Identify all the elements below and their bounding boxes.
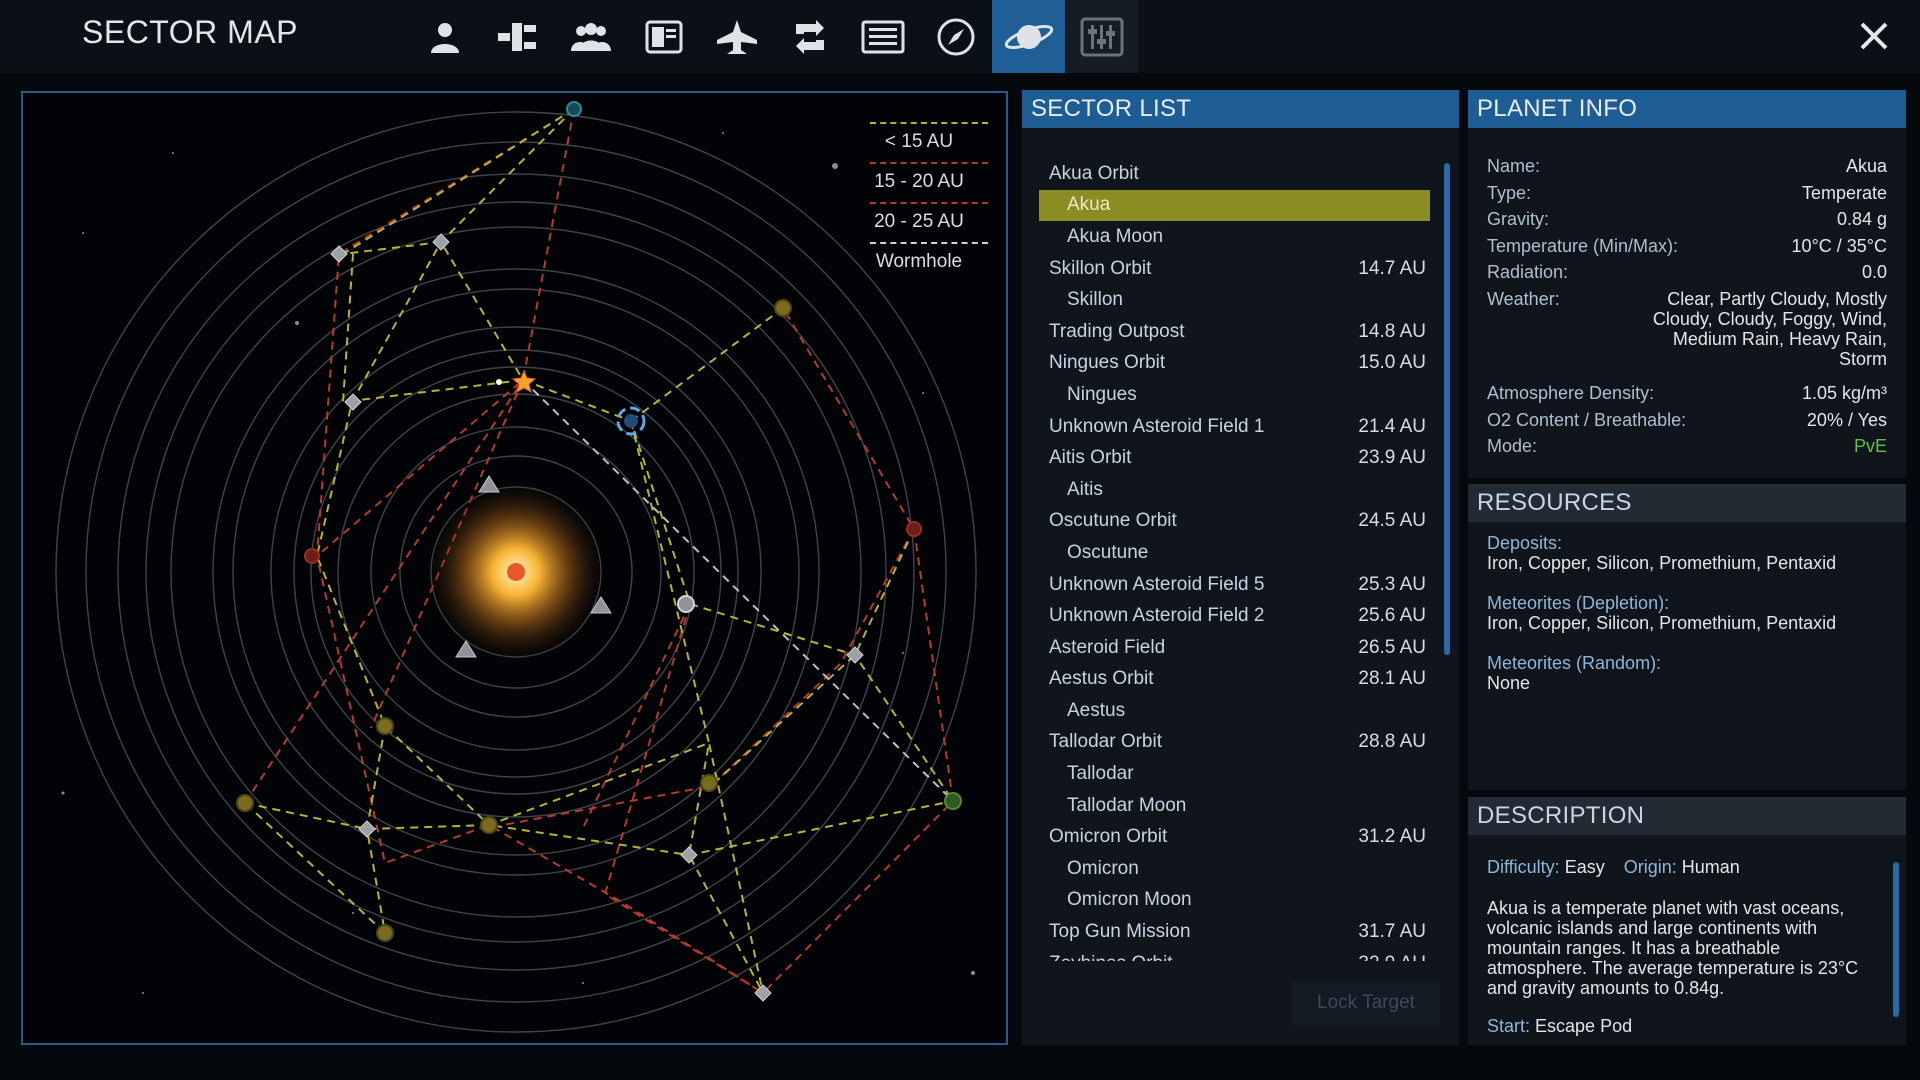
list-item[interactable]: Aestus Orbit 28.1 AU <box>1039 664 1430 696</box>
settings-icon[interactable] <box>1065 0 1138 73</box>
list-item[interactable]: Oscutune Orbit 24.5 AU <box>1039 506 1430 538</box>
sector-map[interactable]: < 15 AU 15 - 20 AU 20 - 25 AU Wormhole <box>21 91 1008 1045</box>
list-item[interactable]: Asteroid Field 26.5 AU <box>1039 632 1430 664</box>
list-item[interactable]: Aitis <box>1039 474 1430 506</box>
structure-icon[interactable] <box>481 0 554 73</box>
resources-title: RESOURCES <box>1468 484 1906 522</box>
page-title: SECTOR MAP <box>82 14 298 50</box>
list-item[interactable]: Unknown Asteroid Field 2 25.6 AU <box>1039 600 1430 632</box>
sector-list-title: SECTOR LIST <box>1022 90 1459 128</box>
info-row-atmosphere: Atmosphere Density: 1.05 kg/m³ <box>1487 383 1887 403</box>
meteorites-depletion-block: Meteorites (Depletion): Iron, Copper, Si… <box>1487 593 1876 633</box>
list-item[interactable]: Skillon <box>1039 284 1430 316</box>
sector-list-panel: SECTOR LIST Akua Orbit Akua Akua Moon Sk… <box>1022 90 1459 1045</box>
legend-item: < 15 AU <box>850 122 988 162</box>
close-icon[interactable] <box>1850 14 1898 58</box>
list-item[interactable]: Aitis Orbit 23.9 AU <box>1039 442 1430 474</box>
legend-item: 20 - 25 AU <box>850 202 988 242</box>
list-item[interactable]: Omicron Moon <box>1039 885 1430 917</box>
lock-target-button[interactable]: Lock Target <box>1292 981 1440 1025</box>
list-item[interactable]: Top Gun Mission 31.7 AU <box>1039 916 1430 948</box>
person-icon[interactable] <box>408 0 481 73</box>
green-node[interactable] <box>944 792 962 810</box>
list-item[interactable]: Tallodar Moon <box>1039 790 1430 822</box>
list-item[interactable]: Oscutune <box>1039 537 1430 569</box>
nav-icon-bar <box>408 0 1138 73</box>
red-nodes[interactable] <box>304 521 922 564</box>
map-legend: < 15 AU 15 - 20 AU 20 - 25 AU Wormhole <box>850 122 988 282</box>
planet-icon[interactable] <box>992 0 1065 73</box>
deposits-value: Iron, Copper, Silicon, Promethium, Penta… <box>1487 553 1837 573</box>
info-row-temperature: Temperature (Min/Max): 10°C / 35°C <box>1487 236 1887 256</box>
meteorites-random-block: Meteorites (Random): None <box>1487 653 1876 693</box>
top-bar: SECTOR MAP <box>0 0 1920 73</box>
info-row-radiation: Radiation: 0.0 <box>1487 262 1887 282</box>
list-item[interactable]: Ningues Orbit 15.0 AU <box>1039 348 1430 380</box>
description-scrollbar[interactable] <box>1893 862 1899 1017</box>
list-item[interactable]: Skillon Orbit 14.7 AU <box>1039 253 1430 285</box>
info-row-type: Type: Temperate <box>1487 183 1887 203</box>
deposits-block: Deposits: Iron, Copper, Silicon, Prometh… <box>1487 533 1876 573</box>
planet-info-title: PLANET INFO <box>1468 90 1906 128</box>
difficulty-value: Easy <box>1564 857 1605 877</box>
list-item[interactable]: Omicron Orbit 31.2 AU <box>1039 821 1430 853</box>
sector-list: Akua Orbit Akua Akua Moon Skillon Orbit 1… <box>1039 158 1430 1058</box>
list-item[interactable]: Omicron <box>1039 853 1430 885</box>
list-item[interactable]: Akua Orbit <box>1039 158 1430 190</box>
compass-icon[interactable] <box>919 0 992 73</box>
sector-list-scrollbar[interactable] <box>1444 163 1450 655</box>
list-item[interactable]: Trading Outpost 14.8 AU <box>1039 316 1430 348</box>
info-row-name: Name: Akua <box>1487 156 1887 176</box>
list-item[interactable]: Tallodar <box>1039 758 1430 790</box>
list-item[interactable]: Akua Moon <box>1039 221 1430 253</box>
list-item[interactable]: Unknown Asteroid Field 5 25.3 AU <box>1039 569 1430 601</box>
legend-item: Wormhole <box>850 242 988 282</box>
player-dot <box>496 379 502 385</box>
meteorites-random-label: Meteorites (Random): <box>1487 653 1662 673</box>
planet-info-panel: PLANET INFO Name: Akua Type: Temperate Gra… <box>1468 90 1906 478</box>
list-item[interactable]: Ningues <box>1039 379 1430 411</box>
ship-icon[interactable] <box>700 0 773 73</box>
list-icon[interactable] <box>846 0 919 73</box>
grey-node[interactable] <box>677 595 695 613</box>
deposits-label: Deposits: <box>1487 533 1563 553</box>
list-item[interactable]: Unknown Asteroid Field 1 21.4 AU <box>1039 411 1430 443</box>
description-panel: DESCRIPTION Difficulty: Easy Origin: Hum… <box>1468 797 1906 1045</box>
meteorites-depletion-value: Iron, Copper, Silicon, Promethium, Penta… <box>1487 613 1837 633</box>
teal-node[interactable] <box>566 101 582 117</box>
meteorites-random-value: None <box>1487 673 1531 693</box>
resources-panel: RESOURCES Deposits: Iron, Copper, Silico… <box>1468 484 1906 790</box>
list-item[interactable]: Aestus <box>1039 695 1430 727</box>
info-row-weather: Weather: Clear, Partly Cloudy, Mostly Clo… <box>1487 289 1887 369</box>
start-row: Start: Escape Pod <box>1487 1016 1633 1036</box>
info-row-o2: O2 Content / Breathable: 20% / Yes <box>1487 410 1887 430</box>
start-value: Escape Pod <box>1535 1016 1633 1036</box>
info-row-mode: Mode: PvE <box>1487 436 1887 456</box>
difficulty-origin-row: Difficulty: Easy Origin: Human <box>1487 857 1740 877</box>
selected-node[interactable] <box>624 414 638 428</box>
group-icon[interactable] <box>554 0 627 73</box>
list-item[interactable]: Tallodar Orbit 28.8 AU <box>1039 727 1430 759</box>
description-title: DESCRIPTION <box>1468 797 1906 835</box>
description-text: Akua is a temperate planet with vast oce… <box>1487 898 1859 998</box>
trade-icon[interactable] <box>773 0 846 73</box>
meteorites-depletion-label: Meteorites (Depletion): <box>1487 593 1670 613</box>
origin-value: Human <box>1681 857 1740 877</box>
legend-item: 15 - 20 AU <box>850 162 988 202</box>
info-row-gravity: Gravity: 0.84 g <box>1487 209 1887 229</box>
sun-core <box>507 563 525 581</box>
list-item-selected[interactable]: Akua <box>1039 189 1430 222</box>
journal-icon[interactable] <box>627 0 700 73</box>
